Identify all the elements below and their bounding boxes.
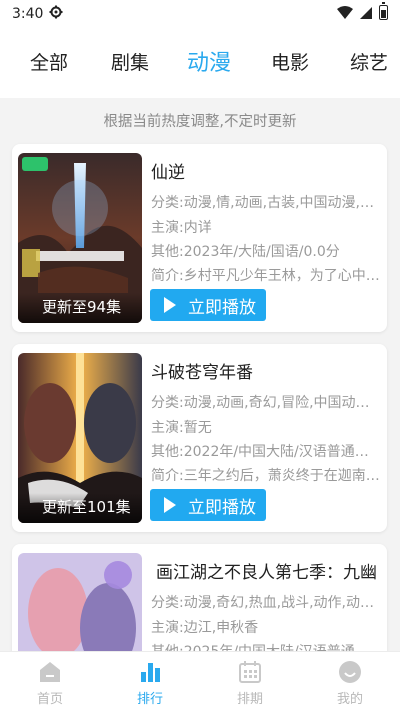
bottom-nav: 首页 排行 排期 我的 [0,651,400,711]
card-category: 分类:动漫,情,动画,古装,中国动漫,国产动漫 [151,195,381,211]
ranking-hint: 根据当前热度调整,不定时更新 [103,114,297,130]
list-item[interactable]: 更新至101集 斗破苍穹年番 分类:动漫,动画,奇幻,冒险,中国动漫,国产 主演… [12,344,387,532]
nav-schedule-label: 排期 [236,692,263,707]
card-title[interactable]: 仙逆 [151,158,381,183]
tab-anime[interactable]: 动漫 [187,45,231,77]
nav-schedule[interactable]: 排期 [200,652,300,711]
play-icon [164,297,176,313]
play-button-label: 立即播放 [188,297,256,318]
tab-all[interactable]: 全部 [30,48,68,75]
wifi-icon [337,5,353,19]
calendar-icon [239,661,261,683]
ranking-icon [141,663,160,682]
card-category: 分类:动漫,动画,奇幻,冒险,中国动漫,国产 [151,395,381,411]
battery-icon [379,2,388,20]
play-icon [164,497,176,513]
tab-series[interactable]: 剧集 [111,48,149,75]
poster-image[interactable]: 更新至101集 [18,353,142,523]
status-time: 3:40 [12,6,44,22]
nav-ranking[interactable]: 排行 [100,652,200,711]
card-other: 其他:2023年/大陆/国语/0.0分 [151,244,340,260]
status-bar: 3:40 [0,0,400,28]
card-cast: 主演:内详 [151,220,212,236]
category-tabs: 全部 剧集 动漫 电影 综艺 [0,28,400,98]
poster-image[interactable]: 更新至94集 [18,153,142,323]
card-cast: 主演:暂无 [151,420,212,436]
settings-gear-icon [49,5,63,23]
episode-badge: 更新至94集 [42,298,122,316]
play-button-label: 立即播放 [188,497,256,518]
card-category: 分类:动漫,奇幻,热血,战斗,动作,动画,国产 [151,595,381,611]
nav-ranking-label: 排行 [136,692,163,707]
tab-variety[interactable]: 综艺 [350,48,388,75]
card-title[interactable]: 画江湖之不良人第七季：九幽 [156,558,386,583]
nav-profile-label: 我的 [336,692,363,707]
profile-icon [339,661,361,683]
play-button[interactable]: 立即播放 [150,289,266,321]
card-intro: 简介:乡村平凡少年王林，为了心中的梦想 [151,268,381,284]
card-cast: 主演:边江,申秋香 [151,620,259,636]
card-title[interactable]: 斗破苍穹年番 [151,358,381,383]
play-button[interactable]: 立即播放 [150,489,266,521]
card-intro: 简介:三年之约后，萧炎终于在迦南学院 [151,468,381,484]
episode-badge: 更新至101集 [42,498,131,516]
list-item[interactable]: 更新至94集 仙逆 分类:动漫,情,动画,古装,中国动漫,国产动漫 主演:内详 … [12,144,387,332]
tab-movie[interactable]: 电影 [271,48,309,75]
nav-home[interactable]: 首页 [0,652,100,711]
nav-profile[interactable]: 我的 [300,652,400,711]
home-icon [40,662,60,682]
signal-icon [360,6,372,19]
card-other: 其他:2022年/中国大陆/汉语普通话/0.0分 [151,444,381,460]
nav-home-label: 首页 [36,692,63,707]
